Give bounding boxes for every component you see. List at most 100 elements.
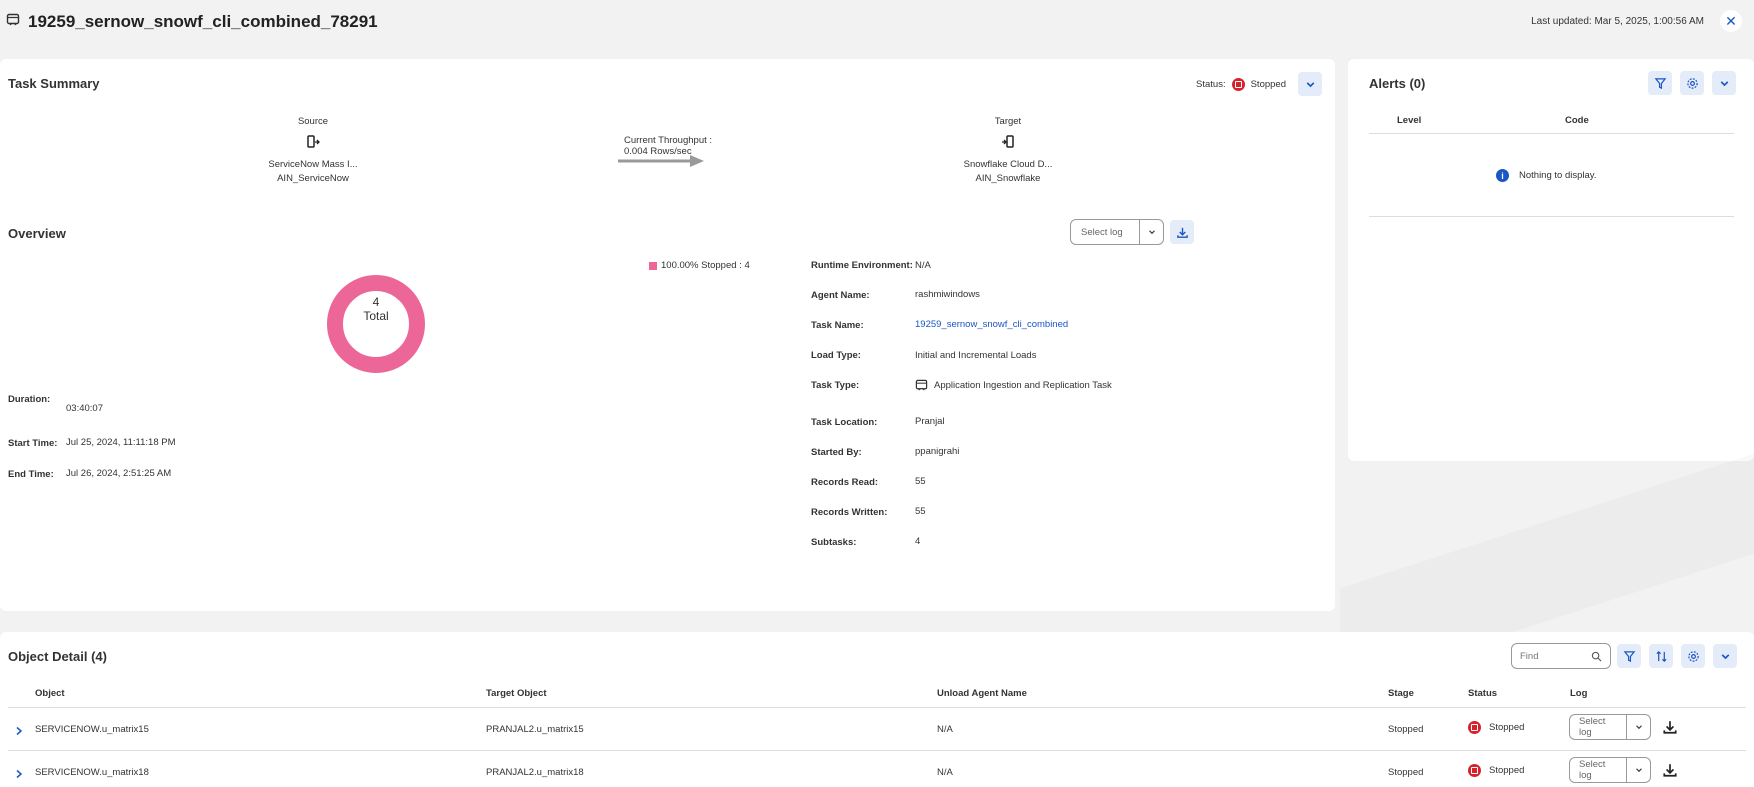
source-heading: Source bbox=[297, 116, 329, 127]
row-download-button[interactable] bbox=[1662, 762, 1678, 783]
find-input[interactable]: Find bbox=[1511, 643, 1611, 669]
object-detail-title: Object Detail (4) bbox=[8, 649, 107, 664]
task-location-label: Task Location: bbox=[811, 417, 878, 428]
stopped-icon bbox=[1231, 77, 1245, 91]
chevron-down-icon bbox=[1626, 758, 1650, 782]
chevron-right-icon bbox=[16, 726, 23, 736]
unload-agent-name: N/A bbox=[937, 767, 953, 778]
chevron-down-icon bbox=[1721, 653, 1729, 659]
duration-label: Duration: bbox=[8, 394, 51, 405]
row-select-log[interactable]: Select log bbox=[1569, 757, 1651, 783]
gear-icon bbox=[1687, 650, 1699, 662]
expand-row-button[interactable] bbox=[14, 766, 24, 784]
status-value: Stopped bbox=[1489, 722, 1525, 733]
stopped-icon bbox=[1468, 721, 1481, 734]
records-read-value: 55 bbox=[915, 476, 926, 487]
task-name-link[interactable]: 19259_sernow_snowf_cli_combined bbox=[915, 319, 1068, 330]
alerts-empty-text: Nothing to display. bbox=[1519, 170, 1597, 181]
throughput-label: Current Throughput : bbox=[624, 135, 713, 146]
alerts-empty-state: i Nothing to display. bbox=[1496, 169, 1596, 182]
legend-swatch bbox=[649, 261, 657, 270]
alerts-panel: Alerts (0) Level Code i Nothing to displ… bbox=[1348, 59, 1754, 461]
task-icon bbox=[6, 13, 20, 32]
alerts-col-code: Code bbox=[1565, 115, 1589, 126]
col-target-object[interactable]: Target Object bbox=[486, 688, 547, 699]
chevron-right-icon bbox=[16, 769, 23, 779]
task-location-value: Pranjal bbox=[915, 416, 945, 427]
search-icon bbox=[1591, 651, 1602, 661]
alerts-header-divider bbox=[1369, 133, 1734, 134]
expand-summary-button[interactable] bbox=[1298, 72, 1322, 96]
overview-select-log[interactable]: Select log bbox=[1070, 219, 1164, 245]
col-log[interactable]: Log bbox=[1570, 688, 1587, 699]
chevron-down-icon bbox=[1626, 715, 1650, 739]
col-status[interactable]: Status bbox=[1468, 688, 1497, 699]
source-block: Source ServiceNow Mass I... AIN_ServiceN… bbox=[233, 116, 393, 184]
chevron-down-icon bbox=[1720, 80, 1728, 86]
donut-total-label: Total bbox=[363, 309, 389, 323]
legend-text: 100.00% Stopped : 4 bbox=[661, 260, 750, 271]
row-select-log[interactable]: Select log bbox=[1569, 714, 1651, 740]
start-time-value: Jul 25, 2024, 11:11:18 PM bbox=[66, 437, 176, 448]
overview-title: Overview bbox=[8, 226, 66, 241]
subtasks-value: 4 bbox=[915, 536, 921, 547]
source-name: ServiceNow Mass I... bbox=[268, 159, 358, 170]
stopped-icon bbox=[1468, 764, 1481, 777]
alerts-footer-divider bbox=[1369, 216, 1734, 217]
start-time-label: Start Time: bbox=[8, 438, 58, 449]
agent-name-label: Agent Name: bbox=[811, 290, 870, 301]
load-type-value: Initial and Incremental Loads bbox=[915, 350, 1037, 361]
object-name: SERVICENOW.u_matrix18 bbox=[35, 767, 149, 778]
started-by-label: Started By: bbox=[811, 447, 862, 458]
alerts-filter-button[interactable] bbox=[1648, 71, 1672, 95]
flow-arrow-icon bbox=[618, 155, 704, 167]
donut-count: 4 bbox=[372, 295, 380, 309]
sort-icon bbox=[1655, 650, 1667, 662]
alerts-settings-button[interactable] bbox=[1680, 71, 1704, 95]
table-row: SERVICENOW.u_matrix15 PRANJAL2.u_matrix1… bbox=[0, 708, 1754, 750]
object-sort-button[interactable] bbox=[1649, 644, 1673, 668]
chevron-down-icon bbox=[1139, 220, 1163, 244]
agent-name-value: rashmiwindows bbox=[915, 289, 980, 300]
end-time-label: End Time: bbox=[8, 469, 54, 480]
target-icon bbox=[928, 134, 1088, 155]
select-log-placeholder: Select log bbox=[1081, 226, 1123, 238]
chevron-down-icon bbox=[1306, 81, 1314, 87]
end-time-value: Jul 26, 2024, 2:51:25 AM bbox=[66, 468, 172, 479]
status-donut-chart bbox=[327, 275, 425, 373]
status-value: Stopped bbox=[1250, 78, 1286, 90]
last-updated: Last updated: Mar 5, 2025, 1:00:56 AM bbox=[1531, 16, 1704, 27]
unload-agent-name: N/A bbox=[937, 724, 953, 735]
row-download-button[interactable] bbox=[1662, 719, 1678, 740]
col-unload-agent[interactable]: Unload Agent Name bbox=[937, 688, 1027, 699]
status-area: Status: Stopped bbox=[1196, 72, 1322, 96]
page-title: 19259_sernow_snowf_cli_combined_78291 bbox=[28, 12, 378, 31]
object-name: SERVICENOW.u_matrix15 bbox=[35, 724, 149, 735]
status-label: Status: bbox=[1196, 78, 1226, 90]
duration-value: 03:40:07 bbox=[66, 403, 103, 414]
runtime-env-value: N/A bbox=[915, 260, 931, 271]
records-read-label: Records Read: bbox=[811, 477, 879, 488]
filter-icon bbox=[1623, 650, 1635, 662]
close-button[interactable]: ✕ bbox=[1720, 10, 1742, 32]
stage-value: Stopped bbox=[1388, 724, 1424, 735]
replication-task-icon bbox=[915, 379, 928, 391]
overview-download-button[interactable] bbox=[1170, 220, 1194, 244]
object-settings-button[interactable] bbox=[1681, 644, 1705, 668]
status-value: Stopped bbox=[1489, 765, 1525, 776]
col-stage[interactable]: Stage bbox=[1388, 688, 1414, 699]
target-object-name: PRANJAL2.u_matrix18 bbox=[486, 767, 584, 778]
source-connection: AIN_ServiceNow bbox=[277, 173, 349, 184]
runtime-env-label: Runtime Environment: bbox=[811, 260, 913, 271]
info-icon: i bbox=[1496, 169, 1509, 182]
col-object[interactable]: Object bbox=[35, 688, 65, 699]
task-name-label: Task Name: bbox=[811, 320, 864, 331]
records-written-value: 55 bbox=[915, 506, 926, 517]
object-filter-button[interactable] bbox=[1617, 644, 1641, 668]
task-type-label: Task Type: bbox=[811, 380, 860, 391]
target-object-name: PRANJAL2.u_matrix15 bbox=[486, 724, 584, 735]
object-expand-button[interactable] bbox=[1713, 644, 1737, 668]
object-detail-panel: Object Detail (4) Find Object Target Obj… bbox=[0, 632, 1754, 787]
alerts-expand-button[interactable] bbox=[1712, 71, 1736, 95]
expand-row-button[interactable] bbox=[14, 723, 24, 741]
